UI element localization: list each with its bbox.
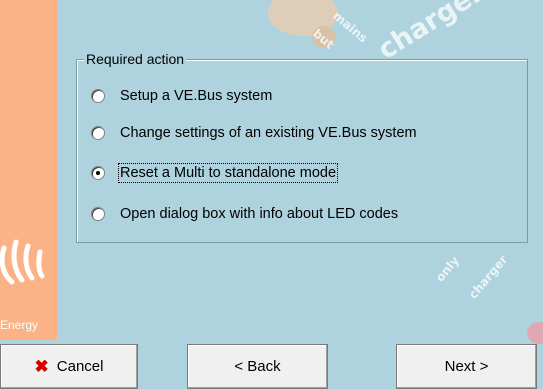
option-label: Setup a VE.Bus system — [120, 88, 273, 104]
background-illustration-3 — [527, 322, 543, 344]
background-text: charger — [465, 252, 511, 302]
option-label: Open dialog box with info about LED code… — [120, 206, 399, 222]
cancel-label: Cancel — [56, 358, 104, 375]
option-change-settings[interactable]: Change settings of an existing VE.Bus sy… — [91, 123, 417, 143]
radio-button-selected[interactable] — [91, 166, 105, 180]
option-label: Change settings of an existing VE.Bus sy… — [120, 125, 417, 141]
background-text: only — [432, 253, 462, 285]
radio-button[interactable] — [91, 207, 105, 221]
cancel-button[interactable]: ✖ Cancel — [0, 344, 138, 389]
sidebar-panel: Energy — [0, 0, 57, 340]
company-logo-icon — [0, 239, 45, 285]
brand-label: Energy — [0, 318, 39, 332]
back-button[interactable]: < Back — [187, 344, 328, 389]
radio-button[interactable] — [91, 126, 105, 140]
groupbox-title: Required action — [84, 51, 187, 67]
back-label: < Back — [234, 358, 281, 375]
next-button[interactable]: Next > — [396, 344, 537, 389]
close-icon: ✖ — [34, 356, 49, 376]
option-label: Reset a Multi to standalone mode — [117, 163, 339, 183]
background-text: charger — [372, 0, 489, 66]
option-reset-multi[interactable]: Reset a Multi to standalone mode — [91, 163, 339, 183]
radio-button[interactable] — [91, 89, 105, 103]
option-setup-vebus[interactable]: Setup a VE.Bus system — [91, 86, 272, 106]
next-label: Next > — [444, 358, 489, 375]
option-led-codes[interactable]: Open dialog box with info about LED code… — [91, 204, 398, 224]
